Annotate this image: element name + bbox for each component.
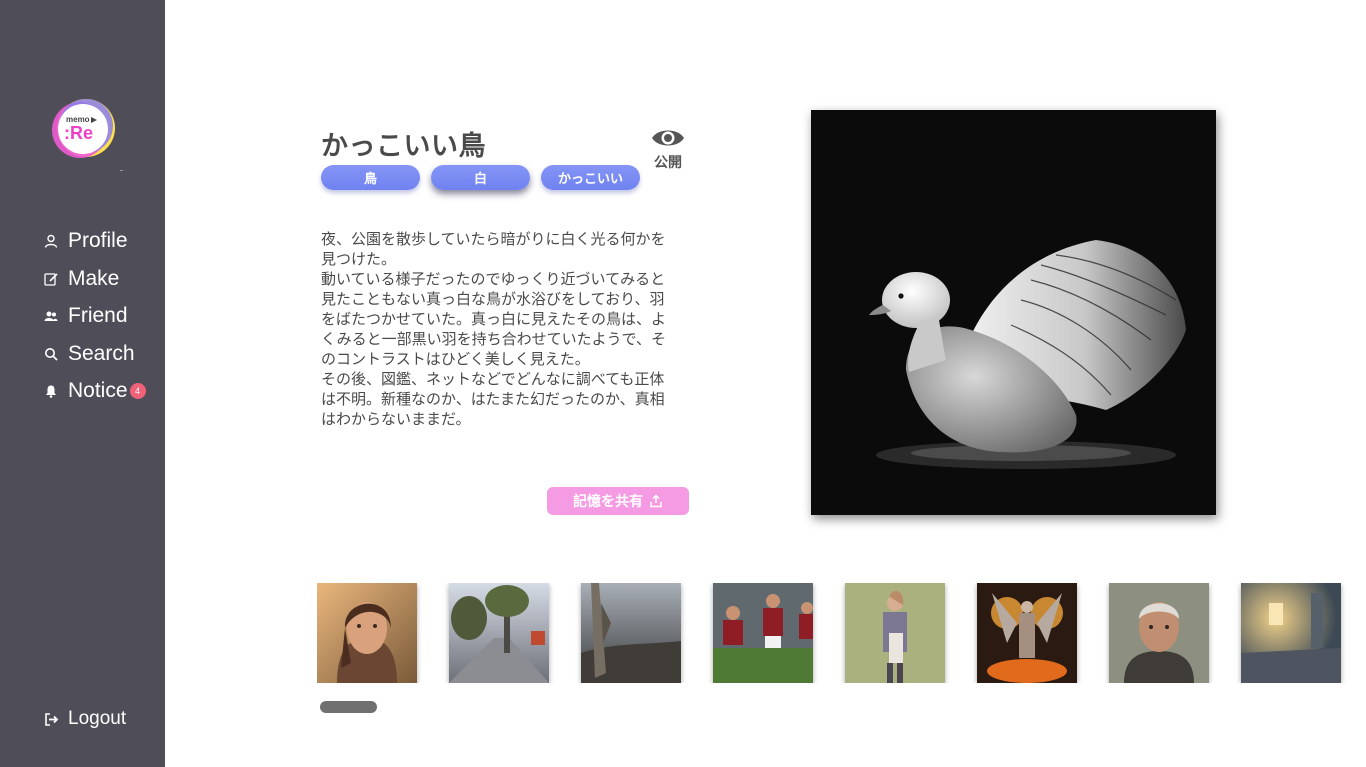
thumbnail-scrollbar[interactable] [320, 701, 377, 713]
share-icon [650, 494, 662, 508]
sidebar: memo :Re Profile Make Friend Search Noti… [0, 0, 165, 767]
sidebar-item-make[interactable]: Make [42, 265, 119, 293]
tag-chip[interactable]: 鳥 [321, 165, 420, 190]
memory-image [811, 110, 1216, 515]
thumbnail-strip [317, 583, 1366, 683]
thumbnail-item[interactable] [713, 583, 813, 683]
thumbnail-item[interactable] [1241, 583, 1341, 683]
share-memory-button[interactable]: 記憶を共有 [547, 487, 689, 515]
notice-badge: 4 [129, 383, 146, 399]
logout-button[interactable]: Logout [42, 705, 126, 733]
sidebar-item-label: Make [68, 267, 120, 290]
search-icon [42, 345, 60, 363]
logo-divider [120, 170, 123, 171]
app-root: memo :Re Profile Make Friend Search Noti… [0, 0, 1366, 767]
eye-icon [652, 130, 684, 146]
sidebar-item-search[interactable]: Search [42, 340, 135, 368]
sidebar-item-friend[interactable]: Friend [42, 302, 128, 330]
thumbnail-item[interactable] [977, 583, 1077, 683]
thumbnail-item[interactable] [317, 583, 417, 683]
visibility-toggle[interactable]: 公開 [648, 126, 688, 172]
bell-icon [42, 382, 60, 400]
sidebar-item-label: Friend [68, 304, 128, 327]
thumbnail-item[interactable] [449, 583, 549, 683]
memory-description: 夜、公園を散歩していたら暗がりに白く光る何かを 見つけた。 動いている様子だった… [321, 230, 667, 428]
thumbnail-item[interactable] [581, 583, 681, 683]
share-label: 記憶を共有 [573, 494, 643, 510]
user-icon [42, 232, 60, 250]
logout-icon [42, 710, 60, 728]
edit-icon [42, 270, 60, 288]
memory-title: かっこいい鳥 [321, 131, 486, 162]
sidebar-item-notice[interactable]: Notice 4 [42, 377, 146, 405]
visibility-label: 公開 [654, 155, 682, 171]
sidebar-item-label: Profile [68, 229, 128, 252]
sidebar-item-label: Search [68, 342, 135, 365]
friends-icon [42, 307, 60, 325]
tag-chip[interactable]: 白 [431, 165, 530, 190]
thumbnail-item[interactable] [845, 583, 945, 683]
svg-text::Re: :Re [64, 123, 93, 143]
tag-chip[interactable]: かっこいい [541, 165, 640, 190]
sidebar-item-label: Notice [68, 379, 128, 402]
thumbnail-item[interactable] [1109, 583, 1209, 683]
memore-logo[interactable]: memo :Re [50, 98, 118, 162]
sidebar-item-profile[interactable]: Profile [42, 227, 128, 255]
logout-label: Logout [68, 708, 127, 729]
